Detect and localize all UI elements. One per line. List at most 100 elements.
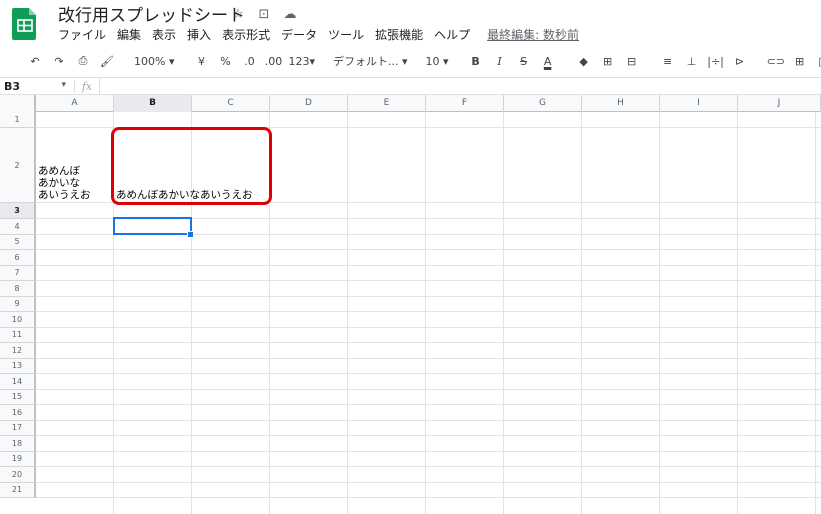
grid-line — [36, 249, 821, 250]
row-header-16[interactable]: 16 — [0, 405, 36, 421]
selected-cell-b3[interactable] — [113, 217, 192, 235]
row-header-17[interactable]: 17 — [0, 420, 36, 436]
column-header-c[interactable]: C — [192, 95, 270, 112]
column-header-j[interactable]: J — [738, 95, 821, 112]
borders-icon[interactable]: ⊞ — [599, 55, 617, 68]
menu-extensions[interactable]: 拡張機能 — [375, 27, 430, 43]
currency-format-button[interactable]: ¥ — [192, 55, 210, 68]
grid-line — [36, 311, 821, 312]
sheets-logo-icon[interactable] — [12, 6, 38, 40]
fx-icon: fx — [74, 79, 99, 93]
fill-handle[interactable] — [187, 231, 194, 238]
insert-comment-icon[interactable]: ⊞ — [791, 55, 809, 68]
font-select[interactable]: デフォルト... ▾ — [333, 53, 408, 69]
strikethrough-button[interactable]: S — [515, 55, 533, 68]
row-header-7[interactable]: 7 — [0, 265, 36, 281]
more-formats-label: 123 — [288, 54, 310, 68]
row-header-19[interactable]: 19 — [0, 451, 36, 467]
merge-cells-icon[interactable]: ⊟ — [623, 55, 641, 68]
percent-format-button[interactable]: % — [216, 55, 234, 68]
row-header-8[interactable]: 8 — [0, 281, 36, 297]
menu-data[interactable]: データ — [281, 27, 324, 43]
decrease-decimal-button[interactable]: .0 — [240, 55, 258, 68]
fill-color-icon[interactable]: ◆ — [575, 55, 593, 68]
column-header-e[interactable]: E — [348, 95, 426, 112]
grid-line — [737, 112, 738, 514]
menu-tools[interactable]: ツール — [328, 27, 371, 43]
vertical-align-icon[interactable]: ⊥ — [683, 55, 701, 68]
column-header-h[interactable]: H — [582, 95, 660, 112]
cloud-status-icon[interactable]: ☁ — [282, 7, 298, 22]
row-header-3[interactable]: 3 — [0, 203, 36, 219]
last-edit-link[interactable]: 最終編集: 数秒前 — [487, 27, 579, 43]
row-header-21[interactable]: 21 — [0, 482, 36, 498]
font-value: デフォルト... — [333, 55, 399, 68]
grid-line — [36, 497, 821, 498]
row-header-6[interactable]: 6 — [0, 250, 36, 266]
menu-edit[interactable]: 編集 — [117, 27, 148, 43]
redo-icon[interactable]: ↷ — [50, 55, 68, 68]
increase-decimal-button[interactable]: .00 — [264, 55, 283, 68]
grid-line — [503, 112, 504, 514]
grid-line — [36, 481, 821, 483]
title-icons: ☆ ⊡ ☁ — [230, 7, 298, 22]
grid-line — [36, 342, 821, 343]
row-header-13[interactable]: 13 — [0, 358, 36, 374]
text-rotation-icon[interactable]: ⊳ — [731, 55, 749, 68]
star-icon[interactable]: ☆ — [230, 7, 246, 22]
grid-line — [347, 112, 348, 514]
more-formats-select[interactable]: 123▾ — [288, 55, 315, 68]
spreadsheet-grid: A B C D E F G H I J 1 2 3 4 5 6 7 8 9 10… — [0, 95, 821, 514]
italic-button[interactable]: I — [491, 55, 509, 68]
row-header-11[interactable]: 11 — [0, 327, 36, 343]
column-headers: A B C D E F G H I J — [0, 95, 821, 112]
font-size-value: 10 — [425, 54, 440, 68]
document-title[interactable]: 改行用スプレッドシート — [58, 5, 245, 27]
row-header-14[interactable]: 14 — [0, 374, 36, 390]
menu-insert[interactable]: 挿入 — [187, 27, 218, 43]
formula-input[interactable] — [99, 78, 821, 94]
cell-a2[interactable]: あめんぼ あかいな あいうえお — [38, 165, 91, 201]
zoom-select[interactable]: 100% ▾ — [134, 55, 174, 68]
row-header-18[interactable]: 18 — [0, 436, 36, 452]
menu-format[interactable]: 表示形式 — [222, 27, 277, 43]
menu-view[interactable]: 表示 — [152, 27, 183, 43]
column-header-a[interactable]: A — [36, 95, 114, 112]
font-size-select[interactable]: 10 ▾ — [426, 55, 449, 68]
name-box[interactable]: B3 ▾ — [0, 78, 74, 94]
row-header-1[interactable]: 1 — [0, 112, 36, 128]
row-header-12[interactable]: 12 — [0, 343, 36, 359]
chevron-down-icon: ▾ — [402, 55, 408, 68]
row-header-20[interactable]: 20 — [0, 467, 36, 483]
bold-button[interactable]: B — [467, 55, 485, 68]
column-header-d[interactable]: D — [270, 95, 348, 112]
undo-icon[interactable]: ↶ — [26, 55, 44, 68]
row-header-4[interactable]: 4 — [0, 219, 36, 235]
grid-line — [36, 404, 821, 405]
column-header-f[interactable]: F — [426, 95, 504, 112]
column-header-g[interactable]: G — [504, 95, 582, 112]
row-header-5[interactable]: 5 — [0, 234, 36, 250]
column-header-i[interactable]: I — [660, 95, 738, 112]
insert-chart-icon[interactable]: ▥ — [815, 55, 821, 68]
column-header-b[interactable]: B — [114, 95, 192, 112]
paint-format-icon[interactable]: 🖌 — [98, 55, 116, 68]
row-header-9[interactable]: 9 — [0, 296, 36, 312]
menu-file[interactable]: ファイル — [58, 27, 113, 43]
text-color-button[interactable]: A — [539, 55, 557, 68]
row-header-15[interactable]: 15 — [0, 389, 36, 405]
horizontal-align-icon[interactable]: ≡ — [659, 55, 677, 68]
select-all-corner[interactable] — [0, 95, 36, 112]
row-header-2[interactable]: 2 — [0, 128, 36, 203]
grid-line — [36, 450, 821, 452]
cell-area[interactable]: あめんぼ あかいな あいうえお あめんぼあかいなあいうえお — [36, 112, 821, 514]
menu-help[interactable]: ヘルプ — [434, 27, 477, 43]
print-icon[interactable]: ⎙ — [74, 54, 92, 68]
grid-line — [659, 112, 660, 514]
text-wrap-icon[interactable]: |÷| — [707, 55, 725, 68]
move-folder-icon[interactable]: ⊡ — [256, 7, 272, 22]
grid-line — [36, 373, 821, 374]
insert-link-icon[interactable]: ⊂⊃ — [767, 55, 785, 68]
row-header-10[interactable]: 10 — [0, 312, 36, 328]
grid-line — [425, 112, 426, 514]
